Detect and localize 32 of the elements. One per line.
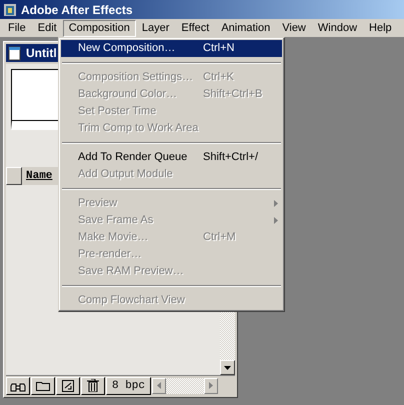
submenu-arrow-icon	[274, 200, 278, 207]
down-arrow-icon	[224, 366, 231, 370]
composition-icon	[62, 380, 74, 392]
right-arrow-icon	[209, 382, 213, 389]
scroll-down-button[interactable]	[220, 360, 235, 375]
document-icon	[8, 46, 22, 60]
menu-item[interactable]: New Composition… Ctrl+N	[61, 40, 282, 57]
find-button[interactable]	[6, 376, 30, 394]
trash-icon	[87, 379, 99, 392]
new-folder-button[interactable]	[31, 376, 55, 394]
folder-icon	[36, 380, 50, 390]
menu-bar-item[interactable]: Effect	[175, 20, 216, 36]
menu-bar-item[interactable]: Edit	[32, 20, 63, 36]
menu-item[interactable]: Add To Render Queue Shift+Ctrl+/	[61, 149, 282, 166]
new-comp-button[interactable]	[56, 376, 80, 394]
bit-depth-button[interactable]: 8 bpc	[106, 376, 152, 394]
delete-button[interactable]	[81, 376, 105, 394]
app-icon	[3, 2, 17, 16]
menu-bar-item[interactable]: Window	[312, 20, 364, 36]
left-arrow-icon	[157, 382, 162, 389]
panel-title: Untitl	[26, 45, 57, 62]
column-header[interactable]	[6, 167, 22, 185]
menu-bar-item[interactable]: Help	[363, 20, 398, 36]
submenu-arrow-icon	[274, 217, 278, 224]
horizontal-scrollbar[interactable]	[152, 378, 218, 394]
menu-bar-item[interactable]: View	[276, 20, 312, 36]
window-title: Adobe After Effects	[21, 2, 133, 18]
menu-bar-item[interactable]: File	[2, 20, 32, 36]
menu-bar-item[interactable]: Layer	[136, 20, 176, 36]
column-header[interactable]: Name	[26, 168, 52, 184]
menu-bar-item[interactable]: Composition	[62, 20, 136, 36]
menu-bar-item[interactable]: Animation	[215, 20, 276, 36]
